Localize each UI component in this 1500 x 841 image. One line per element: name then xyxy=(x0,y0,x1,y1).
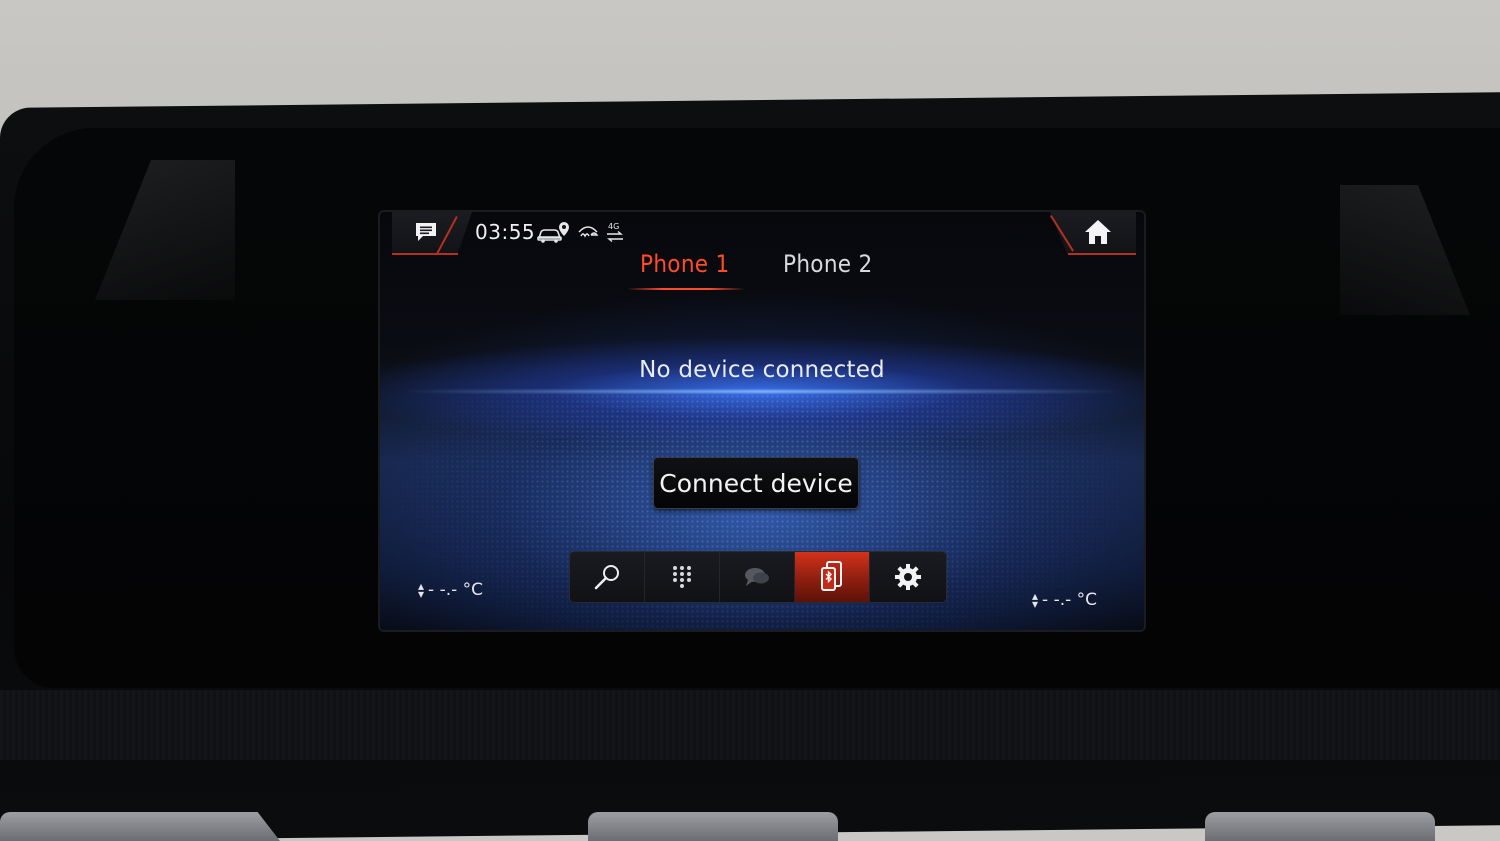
infotainment-screen: 03:55 4G Phone 1 Phone 2 No device conne… xyxy=(380,212,1144,630)
temp-adjust-icon: ▴ ▾ xyxy=(1032,589,1039,611)
message-icon[interactable] xyxy=(414,222,438,242)
right-temp-value: - -.- °C xyxy=(1042,590,1098,610)
notifications-tab-accent xyxy=(392,253,458,255)
temp-adjust-icon: ▴ ▾ xyxy=(418,579,425,601)
climate-right-temp[interactable]: ▴ ▾ - -.- °C xyxy=(1032,590,1097,610)
connect-device-button[interactable]: Connect device xyxy=(654,458,858,508)
no-device-message: No device connected xyxy=(639,357,885,383)
settings-gear-icon xyxy=(894,564,921,590)
dashboard-trim xyxy=(0,690,1500,760)
mercedes-me-icon xyxy=(578,226,599,238)
home-icon[interactable] xyxy=(1083,218,1113,246)
active-tab-underline xyxy=(627,288,745,290)
clock: 03:55 xyxy=(475,220,536,244)
dock-settings-button[interactable] xyxy=(870,552,945,602)
dock-keypad-button[interactable] xyxy=(645,552,720,602)
svg-text:4G: 4G xyxy=(608,222,619,231)
status-icons: 4G xyxy=(537,220,625,244)
horizon-glow xyxy=(400,390,1124,393)
air-vent-center xyxy=(588,812,838,841)
climate-left-temp[interactable]: ▴ ▾ - -.- °C xyxy=(418,580,483,600)
car-location-icon xyxy=(537,222,569,243)
bluetooth-phone-icon xyxy=(821,561,842,591)
search-icon xyxy=(594,565,619,590)
dock-search-button[interactable] xyxy=(570,552,645,602)
dock-devices-button[interactable] xyxy=(795,552,870,602)
dock-messages-button[interactable] xyxy=(720,552,795,602)
air-vent-left xyxy=(0,812,280,841)
air-vent-right xyxy=(1205,812,1435,841)
phone-tabs: Phone 1 Phone 2 xyxy=(625,250,905,290)
home-tab-accent xyxy=(1068,253,1136,255)
left-temp-value: - -.- °C xyxy=(428,580,484,600)
messages-icon xyxy=(745,568,769,586)
photo-scene: 03:55 4G Phone 1 Phone 2 No device conne… xyxy=(0,0,1500,841)
tab-phone-1[interactable]: Phone 1 xyxy=(640,250,730,278)
keypad-icon xyxy=(673,566,691,588)
4g-signal-icon: 4G xyxy=(607,222,623,243)
bottom-dock xyxy=(570,552,946,602)
tab-phone-2[interactable]: Phone 2 xyxy=(783,250,873,278)
